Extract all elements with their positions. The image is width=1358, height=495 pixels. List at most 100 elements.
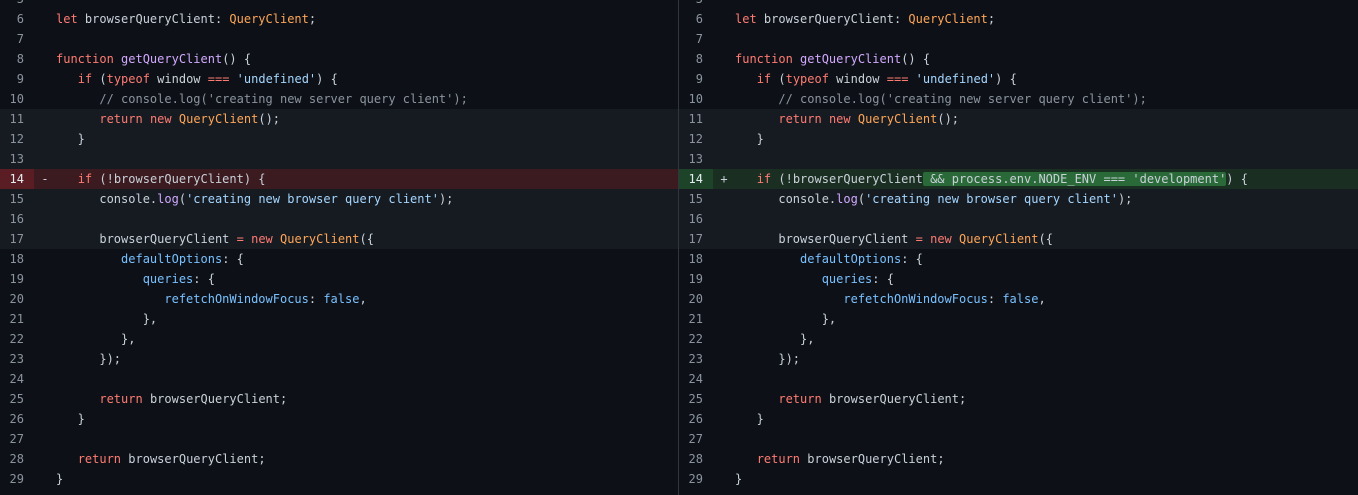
code-line[interactable]: 16 bbox=[0, 209, 678, 229]
code-line[interactable]: 29} bbox=[0, 469, 678, 489]
code-line[interactable]: 26 } bbox=[679, 409, 1358, 429]
code-line[interactable]: 18 defaultOptions: { bbox=[0, 249, 678, 269]
code-line[interactable]: 10 // console.log('creating new server q… bbox=[679, 89, 1358, 109]
code-line[interactable]: 21 }, bbox=[0, 309, 678, 329]
code-line[interactable]: 28 return browserQueryClient; bbox=[0, 449, 678, 469]
line-number[interactable]: 17 bbox=[679, 229, 713, 249]
line-number[interactable]: 25 bbox=[0, 389, 34, 409]
code-line[interactable]: 26 } bbox=[0, 409, 678, 429]
code-line[interactable]: 19 queries: { bbox=[679, 269, 1358, 289]
line-number[interactable]: 19 bbox=[679, 269, 713, 289]
line-number[interactable]: 26 bbox=[0, 409, 34, 429]
line-number[interactable]: 23 bbox=[0, 349, 34, 369]
line-number[interactable]: 20 bbox=[0, 289, 34, 309]
line-number[interactable]: 19 bbox=[0, 269, 34, 289]
code-line[interactable]: 5 bbox=[679, 0, 1358, 9]
code-line[interactable]: 22 }, bbox=[0, 329, 678, 349]
line-number[interactable]: 6 bbox=[0, 9, 34, 29]
line-number[interactable]: 15 bbox=[679, 189, 713, 209]
line-number[interactable]: 24 bbox=[0, 369, 34, 389]
line-number[interactable]: 22 bbox=[679, 329, 713, 349]
code-line[interactable]: 8 function getQueryClient() { bbox=[0, 49, 678, 69]
code-line[interactable]: 16 bbox=[679, 209, 1358, 229]
code-line[interactable]: 18 defaultOptions: { bbox=[679, 249, 1358, 269]
line-number[interactable]: 18 bbox=[679, 249, 713, 269]
code-line[interactable]: 8 function getQueryClient() { bbox=[679, 49, 1358, 69]
line-number[interactable]: 24 bbox=[679, 369, 713, 389]
line-number[interactable]: 7 bbox=[0, 29, 34, 49]
code-line[interactable]: 24 bbox=[679, 369, 1358, 389]
line-number[interactable]: 21 bbox=[679, 309, 713, 329]
code-line[interactable]: 20 refetchOnWindowFocus: false, bbox=[0, 289, 678, 309]
line-number[interactable]: 29 bbox=[679, 469, 713, 489]
code-line[interactable]: 20 refetchOnWindowFocus: false, bbox=[679, 289, 1358, 309]
code-line[interactable]: 27 bbox=[0, 429, 678, 449]
line-number[interactable]: 11 bbox=[0, 109, 34, 129]
code-line[interactable]: 17 browserQueryClient = new QueryClient(… bbox=[0, 229, 678, 249]
line-number[interactable]: 9 bbox=[679, 69, 713, 89]
code-line[interactable]: 10 // console.log('creating new server q… bbox=[0, 89, 678, 109]
code-line[interactable]: 11 return new QueryClient(); bbox=[0, 109, 678, 129]
line-number[interactable]: 28 bbox=[679, 449, 713, 469]
line-number[interactable]: 14 bbox=[679, 169, 713, 189]
code-line[interactable]: 23 }); bbox=[679, 349, 1358, 369]
line-number[interactable]: 16 bbox=[0, 209, 34, 229]
code-line[interactable]: 22 }, bbox=[679, 329, 1358, 349]
code-line[interactable]: 11 return new QueryClient(); bbox=[679, 109, 1358, 129]
code-line[interactable]: 23 }); bbox=[0, 349, 678, 369]
line-number[interactable]: 29 bbox=[0, 469, 34, 489]
line-number[interactable]: 22 bbox=[0, 329, 34, 349]
code-line[interactable]: 6 let browserQueryClient: QueryClient; bbox=[0, 9, 678, 29]
line-number[interactable]: 6 bbox=[679, 9, 713, 29]
line-number[interactable]: 28 bbox=[0, 449, 34, 469]
code-line[interactable]: 5 bbox=[0, 0, 678, 9]
code-line[interactable]: 7 bbox=[0, 29, 678, 49]
code-line[interactable]: 7 bbox=[679, 29, 1358, 49]
line-number[interactable]: 18 bbox=[0, 249, 34, 269]
line-number[interactable]: 12 bbox=[0, 129, 34, 149]
line-number[interactable]: 14 bbox=[0, 169, 34, 189]
line-number[interactable]: 5 bbox=[679, 0, 713, 9]
line-number[interactable]: 16 bbox=[679, 209, 713, 229]
line-number[interactable]: 11 bbox=[679, 109, 713, 129]
line-number[interactable]: 13 bbox=[0, 149, 34, 169]
line-number[interactable]: 15 bbox=[0, 189, 34, 209]
code-line[interactable]: 12 } bbox=[679, 129, 1358, 149]
code-line[interactable]: 9 if (typeof window === 'undefined') { bbox=[679, 69, 1358, 89]
code-line[interactable]: 27 bbox=[679, 429, 1358, 449]
line-number[interactable]: 7 bbox=[679, 29, 713, 49]
diff-pane-original[interactable]: 56 let browserQueryClient: QueryClient; 78… bbox=[0, 0, 678, 495]
code-line[interactable]: 13 bbox=[0, 149, 678, 169]
code-line[interactable]: 25 return browserQueryClient; bbox=[679, 389, 1358, 409]
line-number[interactable]: 20 bbox=[679, 289, 713, 309]
code-line[interactable]: 9 if (typeof window === 'undefined') { bbox=[0, 69, 678, 89]
code-line[interactable]: 12 } bbox=[0, 129, 678, 149]
code-line[interactable]: 17 browserQueryClient = new QueryClient(… bbox=[679, 229, 1358, 249]
line-number[interactable]: 12 bbox=[679, 129, 713, 149]
line-number[interactable]: 23 bbox=[679, 349, 713, 369]
line-number[interactable]: 27 bbox=[0, 429, 34, 449]
line-number[interactable]: 25 bbox=[679, 389, 713, 409]
code-line[interactable]: 28 return browserQueryClient; bbox=[679, 449, 1358, 469]
line-number[interactable]: 17 bbox=[0, 229, 34, 249]
code-line[interactable]: 13 bbox=[679, 149, 1358, 169]
code-line[interactable]: 29} bbox=[679, 469, 1358, 489]
line-number[interactable]: 26 bbox=[679, 409, 713, 429]
line-number[interactable]: 9 bbox=[0, 69, 34, 89]
code-line[interactable]: 15 console.log('creating new browser que… bbox=[0, 189, 678, 209]
line-number[interactable]: 5 bbox=[0, 0, 34, 9]
code-line[interactable]: 21 }, bbox=[679, 309, 1358, 329]
line-number[interactable]: 21 bbox=[0, 309, 34, 329]
diff-pane-modified[interactable]: 56 let browserQueryClient: QueryClient; 78… bbox=[678, 0, 1358, 495]
line-number[interactable]: 10 bbox=[0, 89, 34, 109]
line-number[interactable]: 10 bbox=[679, 89, 713, 109]
code-line[interactable]: 25 return browserQueryClient; bbox=[0, 389, 678, 409]
deleted-line[interactable]: 14- if (!browserQueryClient) { bbox=[0, 169, 678, 189]
line-number[interactable]: 13 bbox=[679, 149, 713, 169]
code-line[interactable]: 6 let browserQueryClient: QueryClient; bbox=[679, 9, 1358, 29]
code-line[interactable]: 19 queries: { bbox=[0, 269, 678, 289]
added-line[interactable]: 14 + if (!browserQueryClient && process.e… bbox=[679, 169, 1358, 189]
line-number[interactable]: 8 bbox=[679, 49, 713, 69]
code-line[interactable]: 15 console.log('creating new browser que… bbox=[679, 189, 1358, 209]
line-number[interactable]: 27 bbox=[679, 429, 713, 449]
